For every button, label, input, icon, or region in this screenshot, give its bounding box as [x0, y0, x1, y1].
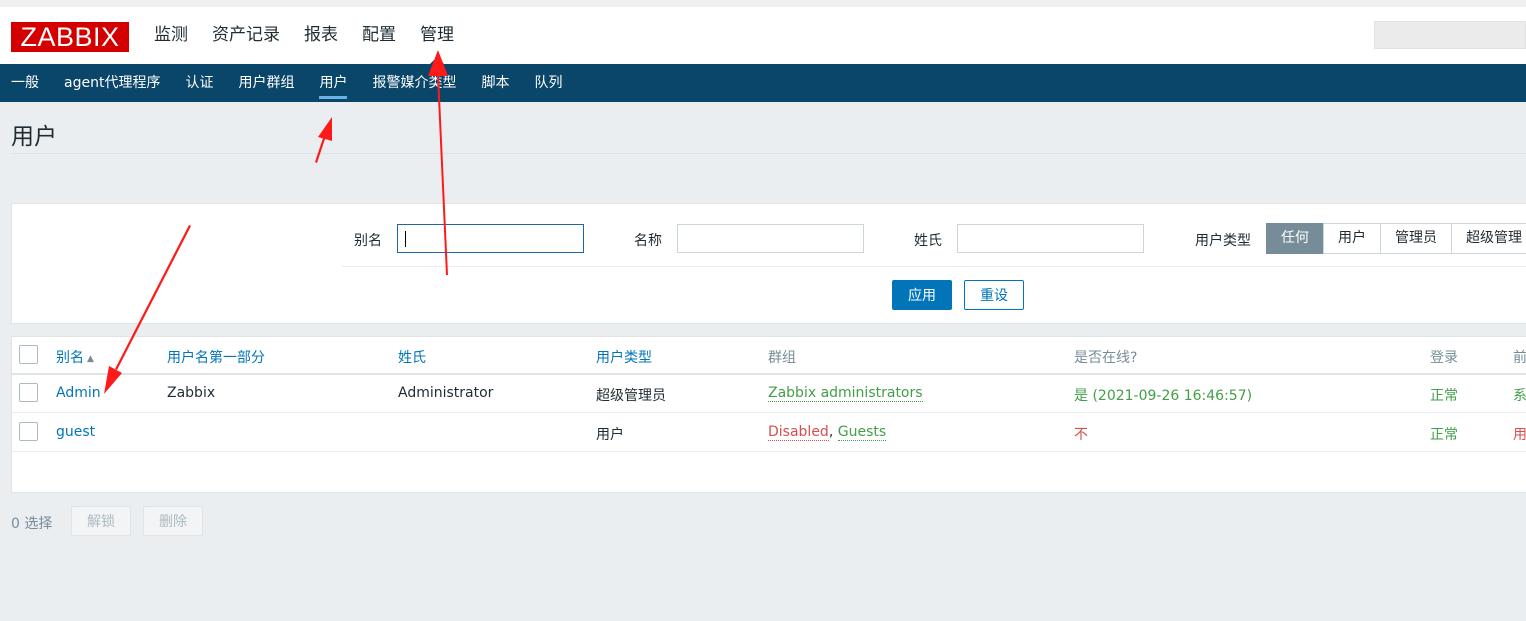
- top-header: ZABBIX 监测 资产记录 报表 配置 管理: [0, 0, 1526, 66]
- frontend-access: 用: [1513, 427, 1526, 443]
- subnav-item-authentication[interactable]: 认证: [185, 73, 213, 93]
- reset-button[interactable]: 重设: [964, 280, 1024, 310]
- online-status: 是 (2021-09-26 16:46:57): [1074, 388, 1253, 404]
- user-type-segmented: 任何 用户 管理员 超级管理: [1266, 223, 1526, 254]
- subnav-item-scripts[interactable]: 脚本: [481, 73, 509, 93]
- subnav-item-proxies[interactable]: agent代理程序: [64, 73, 160, 93]
- selected-count: 0 选择: [11, 516, 53, 532]
- user-type: 用户: [596, 427, 624, 443]
- row-checkbox[interactable]: [19, 422, 38, 441]
- nav-item-configuration[interactable]: 配置: [362, 22, 396, 48]
- nav-item-inventory[interactable]: 资产记录: [212, 22, 280, 48]
- column-frontend: 前: [1513, 350, 1526, 366]
- table-row: Admin Zabbix Administrator 超级管理员 Zabbix …: [12, 375, 1526, 413]
- unlock-button[interactable]: 解锁: [71, 506, 131, 536]
- delete-button[interactable]: 删除: [143, 506, 203, 536]
- table-row: guest 用户 Disabled, Guests 不 正常 用: [12, 414, 1526, 452]
- column-user-type[interactable]: 用户类型: [596, 347, 652, 367]
- user-alias-link[interactable]: guest: [56, 424, 95, 440]
- group-list: Disabled, Guests: [768, 424, 887, 441]
- nav-item-administration[interactable]: 管理: [420, 22, 454, 66]
- subnav-item-media-types[interactable]: 报警媒介类型: [372, 73, 456, 93]
- group-link[interactable]: Guests: [837, 424, 887, 441]
- group-link[interactable]: Disabled: [768, 424, 829, 441]
- group-link[interactable]: Zabbix administrators: [768, 385, 923, 402]
- user-type-any[interactable]: 任何: [1266, 223, 1324, 254]
- sub-nav: 一般 agent代理程序 认证 用户群组 用户 报警媒介类型 脚本 队列: [0, 64, 1526, 102]
- login-status: 正常: [1430, 427, 1458, 443]
- apply-button[interactable]: 应用: [892, 280, 952, 310]
- zabbix-logo[interactable]: ZABBIX: [11, 22, 129, 52]
- user-type-user[interactable]: 用户: [1323, 223, 1381, 254]
- subnav-item-queue[interactable]: 队列: [534, 73, 562, 93]
- filter-panel: 别名 名称 姓氏 用户类型 任何 用户 管理员 超级管理 应用 重设: [11, 203, 1526, 324]
- select-all-checkbox[interactable]: [19, 345, 38, 364]
- column-surname[interactable]: 姓氏: [398, 347, 426, 367]
- column-alias[interactable]: 别名 ▲: [56, 347, 94, 367]
- surname-input[interactable]: [957, 224, 1144, 253]
- nav-item-monitoring[interactable]: 监测: [154, 22, 188, 48]
- arrow-to-users-tab: [315, 117, 332, 163]
- column-login: 登录: [1430, 350, 1458, 366]
- user-surname: Administrator: [398, 385, 494, 401]
- user-name: Zabbix: [167, 385, 216, 401]
- frontend-access: 系: [1513, 388, 1526, 404]
- user-type-super-admin[interactable]: 超级管理: [1451, 223, 1526, 254]
- users-table: 别名 ▲ 用户名第一部分 姓氏 用户类型 群组 是否在线? 登录 前 Admin …: [11, 336, 1526, 493]
- name-label: 名称: [634, 233, 662, 249]
- table-header-row: 别名 ▲ 用户名第一部分 姓氏 用户类型 群组 是否在线? 登录 前: [12, 337, 1526, 375]
- column-name[interactable]: 用户名第一部分: [167, 347, 265, 367]
- sort-asc-icon: ▲: [87, 354, 94, 364]
- row-checkbox[interactable]: [19, 383, 38, 402]
- subnav-item-user-groups[interactable]: 用户群组: [238, 73, 294, 93]
- user-alias-link[interactable]: Admin: [56, 385, 101, 401]
- main-nav: 监测 资产记录 报表 配置 管理: [154, 22, 478, 66]
- filter-divider: [342, 266, 1526, 267]
- search-input[interactable]: [1374, 21, 1526, 49]
- login-status: 正常: [1430, 388, 1458, 404]
- group-separator: ,: [828, 424, 834, 440]
- text-caret: [405, 231, 406, 247]
- subnav-item-general[interactable]: 一般: [11, 73, 39, 93]
- alias-label: 别名: [354, 233, 382, 249]
- title-divider: [11, 153, 1526, 154]
- user-type-label: 用户类型: [1195, 233, 1251, 249]
- name-input[interactable]: [677, 224, 864, 253]
- page-title: 用户: [11, 124, 57, 150]
- user-type-admin[interactable]: 管理员: [1380, 223, 1452, 254]
- column-online: 是否在线?: [1074, 350, 1138, 366]
- user-type: 超级管理员: [596, 388, 666, 404]
- column-groups: 群组: [768, 350, 796, 366]
- subnav-item-users[interactable]: 用户: [319, 73, 348, 99]
- alias-input[interactable]: [397, 224, 584, 253]
- surname-label: 姓氏: [914, 233, 942, 249]
- nav-item-reports[interactable]: 报表: [304, 22, 338, 48]
- online-status: 不: [1074, 427, 1088, 443]
